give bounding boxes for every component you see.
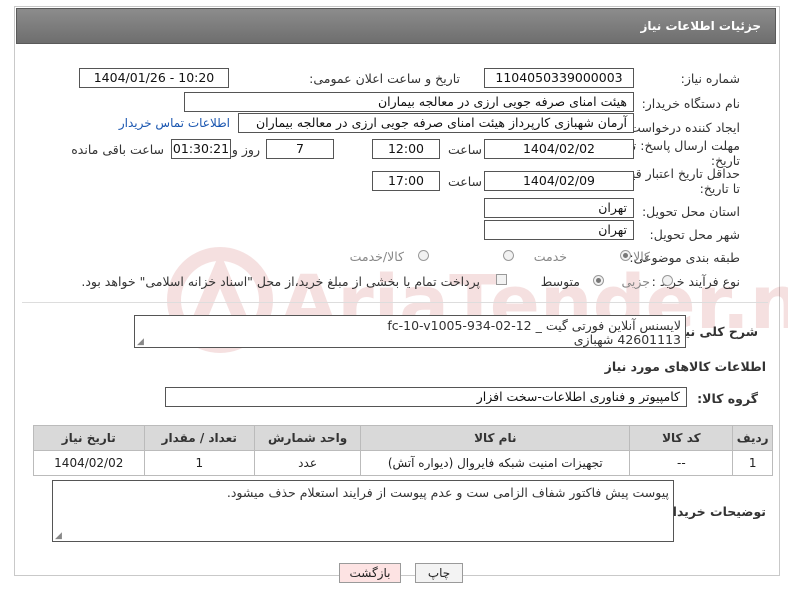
process-radio-minor[interactable] <box>662 275 673 286</box>
buyer-notes-text: پیوست پیش فاکتور شفاف الزامی ست و عدم پی… <box>226 485 669 500</box>
col-header-quantity: تعداد / مقدار <box>143 425 256 451</box>
col-header-need-date: تاریخ نیاز <box>33 425 145 451</box>
treasury-payment-checkbox[interactable] <box>496 274 507 285</box>
resize-handle-icon[interactable]: ◢ <box>55 531 62 541</box>
general-desc-line-2: 42601113 شهبازی <box>573 332 681 347</box>
buyer-notes-textarea[interactable]: پیوست پیش فاکتور شفاف الزامی ست و عدم پی… <box>52 480 674 542</box>
price-validity-label-2: تا تاریخ: <box>699 181 740 196</box>
goods-group-label: گروه کالا: <box>697 391 758 406</box>
col-header-goods-code: کد کالا <box>629 425 734 451</box>
need-number-label: شماره نیاز: <box>680 71 740 86</box>
category-option-service: خدمت <box>533 249 567 264</box>
cell-goods-code: -- <box>629 450 734 476</box>
category-radio-goods[interactable] <box>620 250 631 261</box>
delivery-province-label: استان محل تحویل: <box>641 204 740 219</box>
category-radio-goods-service[interactable] <box>418 250 429 261</box>
category-radio-service[interactable] <box>503 250 514 261</box>
validity-hour-label: ساعت <box>447 174 482 189</box>
announce-datetime-label: تاریخ و ساعت اعلان عمومی: <box>309 71 460 86</box>
requester-field: آرمان شهبازی کارپرداز هیئت امنای صرفه جو… <box>238 113 634 133</box>
category-option-goods-service: کالا/خدمت <box>349 249 404 264</box>
buyer-contact-link[interactable]: اطلاعات تماس خریدار <box>119 116 230 130</box>
buyer-org-label: نام دستگاه خریدار: <box>641 96 740 111</box>
reply-remaining-field: 01:30:21 <box>171 139 231 159</box>
need-number-field: 1104050339000003 <box>484 68 634 88</box>
watermark-logo: AriaTender.neT <box>167 247 788 353</box>
delivery-city-field: تهران <box>484 220 634 240</box>
delivery-province-field: تهران <box>484 198 634 218</box>
page-header: جزئیات اطلاعات نیاز <box>16 8 776 44</box>
treasury-payment-note: پرداخت تمام یا بخشی از مبلغ خرید،از محل … <box>81 274 480 289</box>
table-row: 1 -- تجهیزات امنیت شبکه فایروال (دیواره … <box>33 450 773 476</box>
items-table: ردیف کد کالا نام کالا واحد شمارش تعداد /… <box>33 425 773 476</box>
reply-hour-label: ساعت <box>447 142 482 157</box>
page-title: جزئیات اطلاعات نیاز <box>640 19 761 33</box>
cell-goods-name: تجهیزات امنیت شبکه فایروال (دیواره آتش) <box>360 450 631 476</box>
day-and-label: روز و <box>231 142 260 157</box>
general-desc-line-1: لایسنس آنلاین فورتی گیت _ fc-10-v1005-93… <box>387 318 681 333</box>
goods-group-field: کامپیوتر و فناوری اطلاعات-سخت افزار <box>165 387 687 407</box>
delivery-city-label: شهر محل تحویل: <box>649 227 740 242</box>
general-desc-textarea[interactable]: لایسنس آنلاین فورتی گیت _ fc-10-v1005-93… <box>134 315 686 348</box>
print-button[interactable]: چاپ <box>415 563 463 583</box>
buyer-org-field: هیئت امنای صرفه جویی ارزی در معالجه بیما… <box>184 92 634 112</box>
table-header-row: ردیف کد کالا نام کالا واحد شمارش تعداد /… <box>33 425 773 451</box>
resize-handle-icon[interactable]: ◢ <box>137 337 144 347</box>
col-header-row-number: ردیف <box>732 425 773 451</box>
remaining-label: ساعت باقی مانده <box>71 142 164 157</box>
back-button[interactable]: بازگشت <box>339 563 401 583</box>
cell-unit: عدد <box>253 450 362 476</box>
reply-date-field: 1404/02/02 <box>484 139 634 159</box>
validity-time-field: 17:00 <box>372 171 440 191</box>
goods-info-heading: اطلاعات کالاهای مورد نیاز <box>604 359 766 374</box>
col-header-unit: واحد شمارش <box>253 425 362 451</box>
buyer-notes-label: توضیحات خریدار: <box>660 504 766 519</box>
reply-time-field: 12:00 <box>372 139 440 159</box>
cell-need-date: 1404/02/02 <box>33 450 145 476</box>
col-header-goods-name: نام کالا <box>360 425 631 451</box>
process-radio-medium[interactable] <box>593 275 604 286</box>
process-option-medium: متوسط <box>540 274 580 289</box>
requester-label: ایجاد کننده درخواست: <box>624 120 740 135</box>
divider <box>22 302 768 303</box>
announce-datetime-field: 1404/01/26 - 10:20 <box>79 68 229 88</box>
validity-date-field: 1404/02/09 <box>484 171 634 191</box>
reply-days-field: 7 <box>266 139 334 159</box>
reply-deadline-label: مهلت ارسال پاسخ: تا <box>629 138 740 153</box>
cell-quantity: 1 <box>143 450 256 476</box>
cell-row-number: 1 <box>732 450 773 476</box>
process-option-minor: جزیی <box>621 274 650 289</box>
category-option-goods: کالا <box>633 249 650 264</box>
